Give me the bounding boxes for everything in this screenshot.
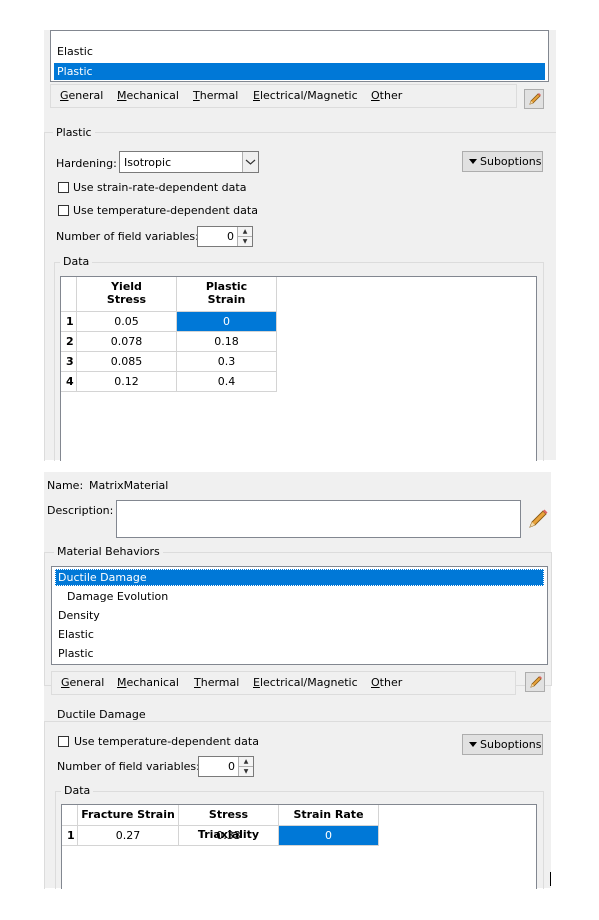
menu-general[interactable]: General: [60, 89, 103, 102]
menu-other[interactable]: Other: [371, 89, 402, 102]
menu-thermal[interactable]: Thermal: [193, 89, 238, 102]
chevron-down-icon[interactable]: [242, 152, 258, 172]
column-header-strain-rate[interactable]: Strain Rate: [279, 805, 379, 826]
suboptions-label: Suboptions: [480, 155, 542, 168]
edit-behavior-button[interactable]: [525, 672, 545, 692]
pencil-icon: [530, 676, 542, 688]
spin-up-icon[interactable]: ▲: [237, 227, 252, 237]
menu-thermal[interactable]: Thermal: [194, 676, 239, 689]
table-cell[interactable]: 0.078: [77, 332, 177, 352]
row-header: 4: [61, 372, 77, 392]
column-header-line: Stress: [106, 293, 147, 306]
top-panel: Elastic Plastic General Mechanical Therm…: [44, 30, 556, 461]
table-cell[interactable]: 0.3: [177, 352, 277, 372]
name-value: MatrixMaterial: [89, 479, 169, 492]
edit-description-icon[interactable]: [527, 508, 549, 533]
row-header: 2: [61, 332, 77, 352]
table-cell[interactable]: 0.27: [78, 826, 179, 846]
description-label: Description:: [47, 504, 114, 517]
menu-other[interactable]: Other: [371, 676, 402, 689]
table-cell[interactable]: 0.33: [179, 826, 279, 846]
row-header: 1: [62, 826, 78, 846]
hardening-label: Hardening:: [56, 157, 117, 170]
menu-general[interactable]: General: [61, 676, 104, 689]
field-variables-spinner[interactable]: 0 ▲ ▼: [198, 756, 254, 777]
field-variables-label: Number of field variables:: [57, 760, 200, 773]
table-cell-selected[interactable]: 0: [279, 826, 379, 846]
field-variables-value: 0: [227, 230, 234, 243]
field-variables-spinner[interactable]: 0 ▲ ▼: [197, 226, 253, 247]
material-behaviors-list[interactable]: Ductile Damage Damage Evolution Density …: [51, 566, 548, 665]
temperature-checkbox[interactable]: [58, 736, 69, 747]
table-cell[interactable]: 0.4: [177, 372, 277, 392]
pencil-icon: [529, 93, 541, 105]
suboptions-button[interactable]: Suboptions: [462, 734, 543, 755]
table-cell[interactable]: 0.18: [177, 332, 277, 352]
column-header-line: Plastic: [205, 280, 248, 293]
table-corner: [62, 805, 78, 826]
behavior-item-plastic[interactable]: Plastic: [55, 645, 94, 662]
temperature-label: Use temperature-dependent data: [74, 735, 259, 748]
table-cell[interactable]: 0.12: [77, 372, 177, 392]
column-header-stress-triaxiality[interactable]: Stress Triaxiality: [179, 805, 279, 841]
column-header-line: Strain: [207, 293, 246, 306]
table-cell[interactable]: 0.05: [77, 312, 177, 332]
hardening-value: Isotropic: [124, 156, 172, 169]
behavior-item-plastic[interactable]: Plastic: [54, 63, 545, 80]
behavior-item-elastic[interactable]: Elastic: [55, 626, 94, 643]
triangle-down-icon: [469, 159, 477, 164]
menu-mechanical[interactable]: Mechanical: [117, 676, 179, 689]
plastic-data-table: Yield Stress Plastic Strain 1 0.05 0 2 0…: [60, 276, 537, 461]
material-behaviors-list[interactable]: Elastic Plastic: [50, 30, 549, 82]
strain-rate-label: Use strain-rate-dependent data: [73, 181, 247, 194]
menu-electrical-magnetic[interactable]: Electrical/Magnetic: [253, 89, 358, 102]
field-variables-value: 0: [228, 760, 235, 773]
strain-rate-checkbox[interactable]: [58, 182, 69, 193]
menu-electrical-magnetic[interactable]: Electrical/Magnetic: [253, 676, 358, 689]
spin-up-icon[interactable]: ▲: [238, 757, 253, 767]
table-cell[interactable]: 0.085: [77, 352, 177, 372]
category-menu-bar: General Mechanical Thermal Electrical/Ma…: [51, 671, 516, 695]
suboptions-button[interactable]: Suboptions: [462, 151, 543, 172]
data-group-title: Data: [60, 255, 93, 268]
temperature-checkbox[interactable]: [58, 205, 69, 216]
behavior-item-damage-evolution[interactable]: Damage Evolution: [55, 588, 168, 605]
column-header-yield-stress[interactable]: Yield Stress: [77, 277, 177, 312]
behavior-item-ductile-damage[interactable]: Ductile Damage: [55, 569, 544, 586]
ductile-damage-title: Ductile Damage: [54, 708, 149, 721]
ductile-damage-data-table: Fracture Strain Stress Triaxiality Strai…: [61, 804, 537, 889]
material-behaviors-title: Material Behaviors: [54, 545, 163, 558]
data-group-title: Data: [61, 784, 94, 797]
category-menu-bar: General Mechanical Thermal Electrical/Ma…: [50, 84, 517, 108]
column-header-line: Yield: [111, 280, 142, 293]
behavior-item-elastic[interactable]: Elastic: [54, 43, 545, 60]
column-header-fracture-strain[interactable]: Fracture Strain: [78, 805, 179, 826]
column-header-plastic-strain[interactable]: Plastic Strain: [177, 277, 277, 312]
behavior-item-density[interactable]: Density: [55, 607, 100, 624]
spin-down-icon[interactable]: ▼: [238, 767, 253, 776]
bottom-panel: Name: MatrixMaterial Description: Materi…: [44, 472, 552, 889]
window-edge: [550, 872, 551, 886]
hardening-select[interactable]: Isotropic: [119, 151, 259, 173]
table-corner: [61, 277, 77, 312]
row-header: 1: [61, 312, 77, 332]
spin-down-icon[interactable]: ▼: [237, 237, 252, 246]
row-header: 3: [61, 352, 77, 372]
temperature-label: Use temperature-dependent data: [73, 204, 258, 217]
description-field[interactable]: [116, 500, 521, 538]
triangle-down-icon: [469, 742, 477, 747]
plastic-group-title: Plastic: [53, 126, 95, 139]
edit-behavior-button[interactable]: [524, 89, 544, 109]
name-label: Name:: [47, 479, 84, 492]
menu-mechanical[interactable]: Mechanical: [117, 89, 179, 102]
table-cell-selected[interactable]: 0: [177, 312, 277, 332]
suboptions-label: Suboptions: [480, 738, 542, 751]
field-variables-label: Number of field variables:: [56, 230, 199, 243]
